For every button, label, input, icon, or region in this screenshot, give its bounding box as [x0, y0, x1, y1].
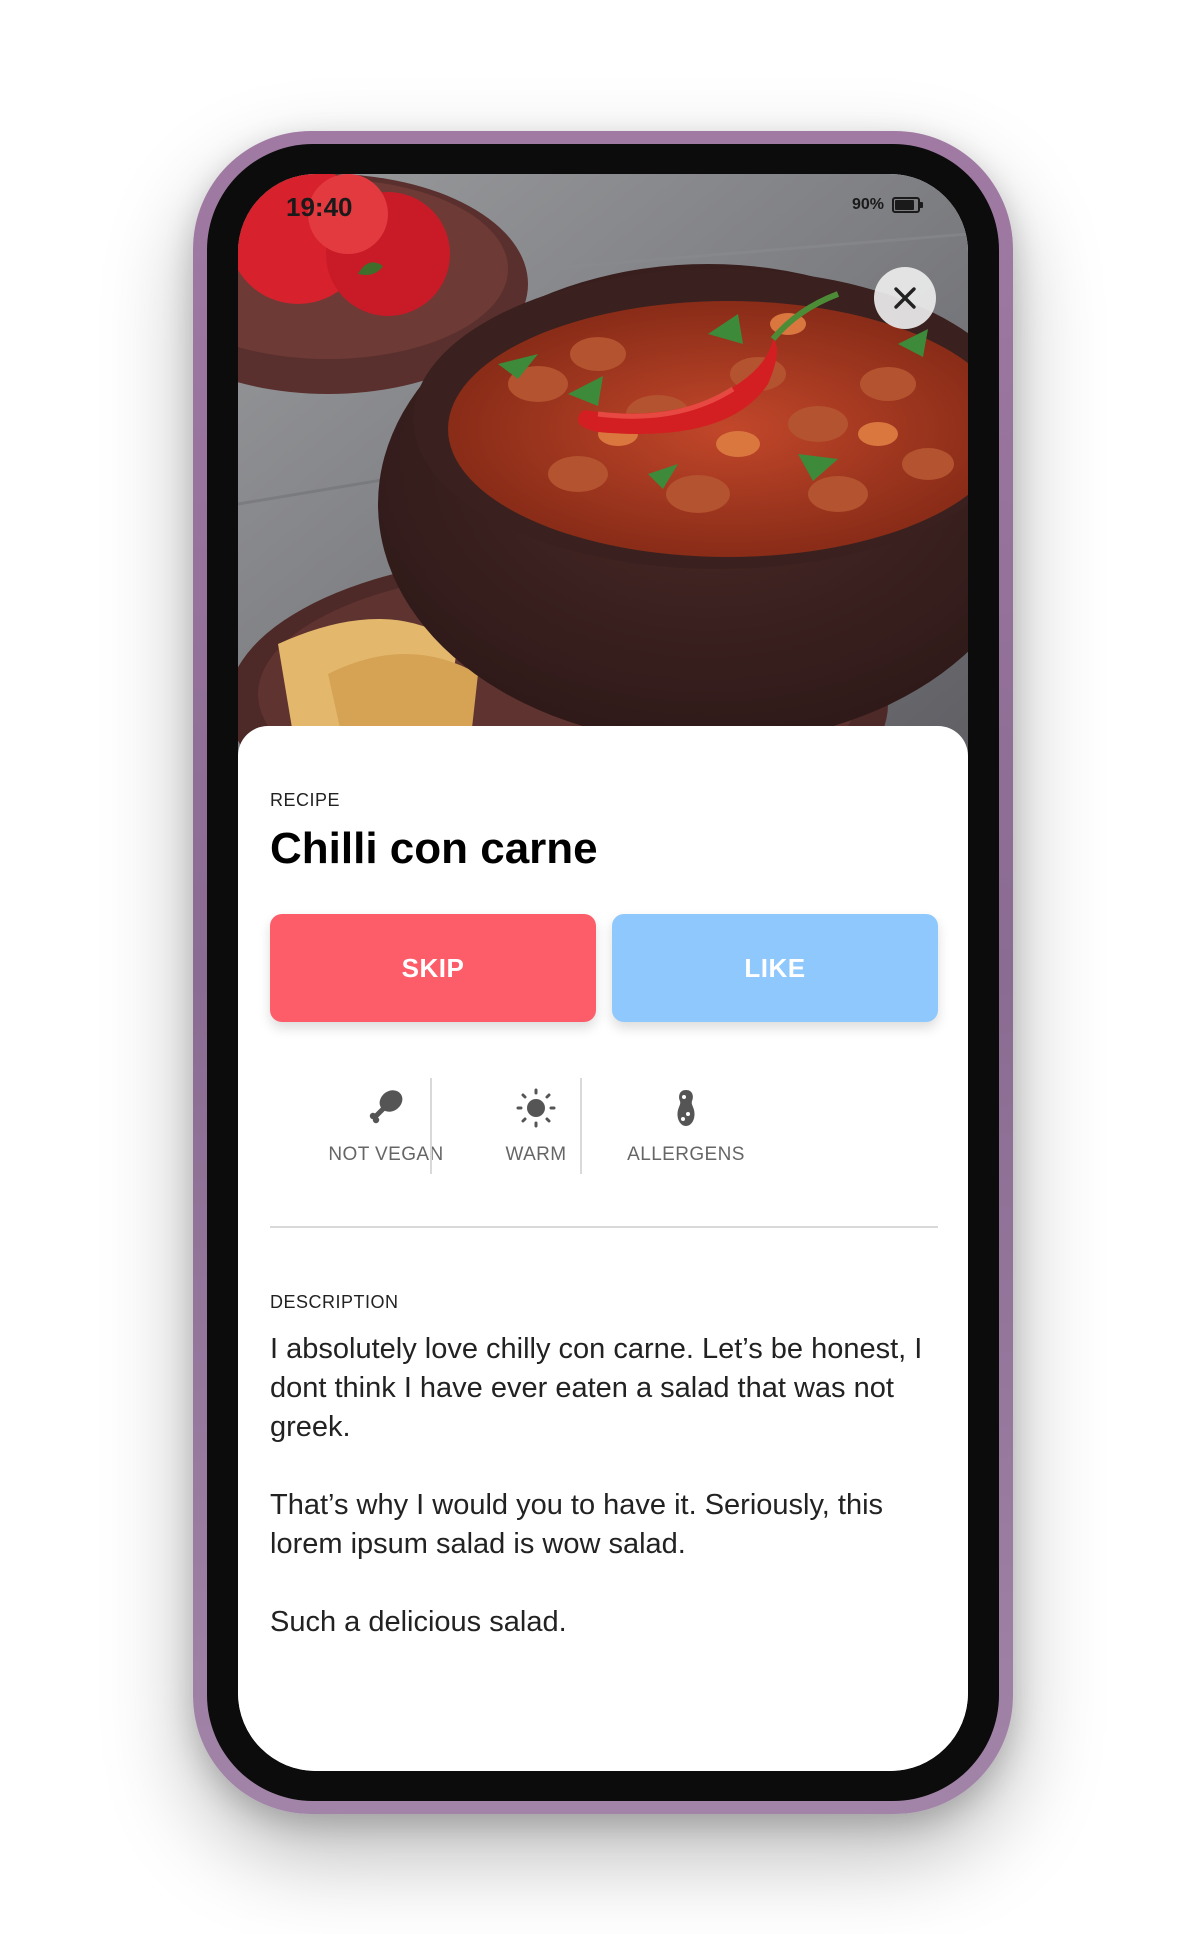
- close-icon: [894, 287, 916, 309]
- battery-icon: [892, 197, 923, 213]
- attribute-label: ALLERGENS: [627, 1144, 745, 1165]
- battery-percent: 90%: [851, 196, 884, 213]
- chilli-bowl-illustration: [238, 174, 968, 764]
- description-paragraph: Such a delicious salad.: [270, 1606, 567, 1638]
- attribute-divider: [430, 1078, 432, 1174]
- description-body: I absolutely love chilly con carne. Let’…: [270, 1330, 938, 1681]
- recipe-kicker: RECIPE: [270, 790, 341, 810]
- description-paragraph: I absolutely love chilly con carne. Let’…: [270, 1333, 923, 1443]
- skip-button[interactable]: SKIP: [270, 914, 596, 1022]
- close-button[interactable]: [874, 267, 936, 329]
- status-battery: 90%: [851, 196, 923, 214]
- recipe-card: RECIPE Chilli con carne SKIP LIKE NOT VE…: [238, 726, 968, 1771]
- drumstick-icon: [369, 1090, 403, 1124]
- phone-screen: 19:40 90% RECIPE Chilli con carne SKIP L…: [238, 174, 968, 1771]
- mockup-stage: 19:40 90% RECIPE Chilli con carne SKIP L…: [0, 0, 1189, 1934]
- like-button[interactable]: LIKE: [612, 914, 938, 1022]
- description-paragraph: That’s why I would you to have it. Serio…: [270, 1489, 884, 1560]
- sun-icon: [516, 1088, 556, 1128]
- peanut-icon: [677, 1090, 695, 1126]
- recipe-title: Chilli con carne: [270, 824, 598, 873]
- attribute-divider: [580, 1078, 582, 1174]
- attribute-allergens: ALLERGENS: [596, 1078, 776, 1174]
- section-divider: [270, 1226, 938, 1228]
- description-heading: DESCRIPTION: [270, 1292, 399, 1312]
- recipe-attributes: NOT VEGAN WARM ALLERGENS: [270, 1078, 938, 1174]
- recipe-hero-image: 19:40 90%: [238, 174, 968, 764]
- status-time: 19:40: [286, 192, 353, 222]
